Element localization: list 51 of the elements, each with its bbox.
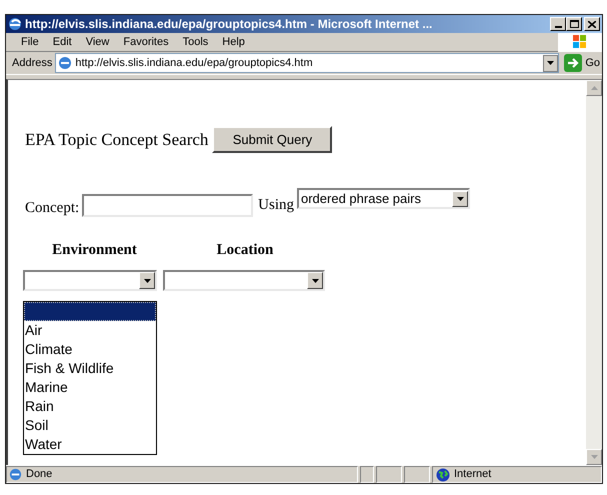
up-arrow-icon bbox=[590, 86, 598, 90]
menu-item[interactable]: View bbox=[80, 34, 114, 50]
close-icon bbox=[588, 20, 596, 28]
window-title: http://elvis.slis.indiana.edu/epa/grouptopics4.htm - Microsoft Internet ... bbox=[25, 16, 434, 33]
globe-icon bbox=[436, 468, 450, 482]
submit-button[interactable]: Submit Query bbox=[212, 126, 332, 153]
status-panel bbox=[404, 466, 430, 483]
status-panel bbox=[360, 466, 374, 483]
menu-item[interactable]: File bbox=[16, 34, 44, 50]
status-text: Done bbox=[26, 467, 52, 482]
caret-icon bbox=[312, 278, 318, 282]
using-label: Using bbox=[258, 196, 294, 215]
dropdown-option[interactable]: Water bbox=[24, 435, 156, 454]
caret-icon bbox=[547, 61, 554, 65]
zone-text: Internet bbox=[454, 467, 492, 482]
dropdown-option[interactable]: Air bbox=[24, 321, 156, 340]
dropdown-option[interactable]: Marine bbox=[24, 378, 156, 397]
dropdown-option[interactable]: Soil bbox=[24, 416, 156, 435]
menu-item[interactable]: Help bbox=[217, 34, 250, 50]
using-dropdown[interactable]: ordered phrase pairs bbox=[297, 188, 470, 209]
concept-field[interactable] bbox=[82, 194, 254, 216]
address-field[interactable]: http://elvis.slis.indiana.edu/epa/grouptopics4.htm bbox=[55, 53, 560, 73]
column-heading: Environment bbox=[51, 240, 138, 260]
location-dropdown[interactable] bbox=[163, 270, 325, 291]
go-button[interactable]: Go bbox=[562, 54, 602, 72]
environment-dropdown[interactable] bbox=[23, 270, 157, 291]
down-arrow-icon bbox=[590, 455, 598, 459]
menu-item[interactable]: Tools bbox=[178, 34, 214, 50]
browser-icon bbox=[8, 17, 22, 31]
dropdown-button[interactable] bbox=[543, 54, 558, 72]
page-heading: EPA Topic Concept Search bbox=[25, 128, 208, 151]
page-icon bbox=[9, 468, 22, 481]
minimize-button[interactable] bbox=[550, 17, 566, 31]
caret-icon bbox=[144, 278, 150, 282]
menu-item[interactable]: Edit bbox=[48, 34, 77, 50]
page-icon bbox=[58, 56, 72, 70]
dropdown-option[interactable]: Rain bbox=[24, 397, 156, 416]
highlighted-option[interactable] bbox=[24, 302, 156, 321]
menu-item[interactable]: Favorites bbox=[118, 34, 174, 50]
close-button[interactable] bbox=[584, 17, 600, 31]
address-label: Address bbox=[12, 56, 52, 71]
minimize-icon bbox=[554, 26, 562, 28]
maximize-icon bbox=[570, 20, 578, 28]
dropdown-option[interactable]: Fish & Wildlife bbox=[24, 359, 156, 378]
column-heading: Location bbox=[216, 240, 274, 260]
concept-label: Concept: bbox=[25, 200, 80, 216]
status-panel bbox=[376, 466, 402, 483]
caret-icon bbox=[456, 196, 464, 200]
dropdown-option[interactable]: Climate bbox=[24, 340, 156, 359]
maximize-button[interactable] bbox=[566, 17, 582, 31]
windows-flag-icon bbox=[573, 35, 587, 49]
